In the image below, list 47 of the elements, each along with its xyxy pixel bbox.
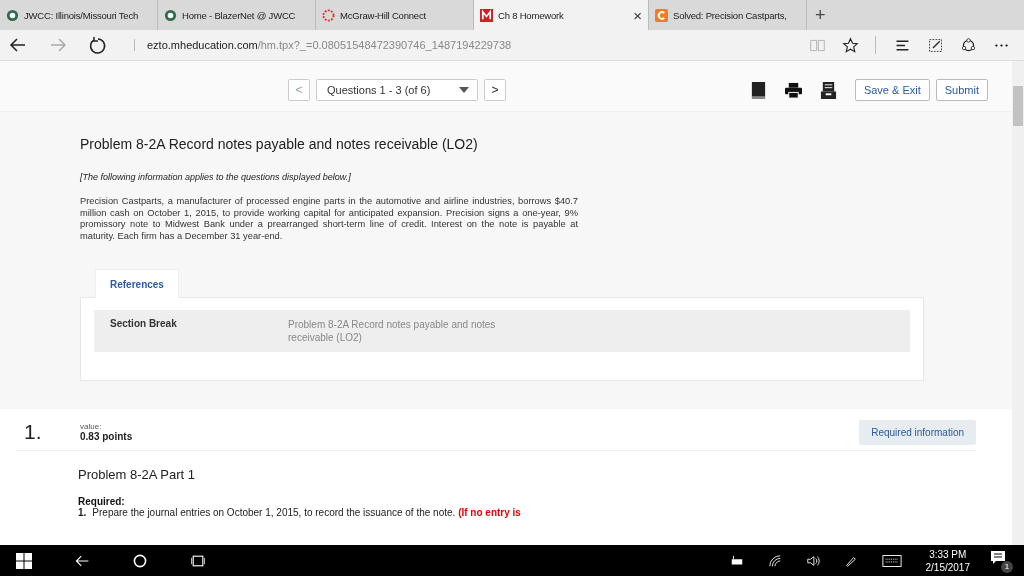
question-number: 1. [23,420,43,444]
required-information-button[interactable]: Required information [859,419,976,445]
submit-button[interactable]: Submit [935,79,988,101]
next-button[interactable]: > [484,79,506,101]
value-label: value: [80,422,103,431]
windows-logo-icon[interactable] [16,552,32,569]
notification-badge: 1 [1001,560,1013,573]
browser-tab[interactable]: Ch 8 Homework × [474,0,649,30]
item-number: 1. [78,507,87,518]
caret-icon [459,87,469,93]
instruction-text: Prepare the journal entries on October 1, 2015, to record the issuance of the note. (If no entry is [92,507,521,518]
device-icon[interactable] [729,553,744,568]
save-exit-button[interactable]: Save & Exit [854,79,930,101]
part-title: Problem 8-2A Part 1 [78,467,197,482]
file-tray-icon[interactable] [819,81,837,99]
circle-icon[interactable] [132,552,148,569]
scroll-thumb[interactable] [1013,86,1023,126]
tab-title: McGraw-Hill Connect [340,9,427,21]
clock-date[interactable]: 2/15/2017 [925,560,970,574]
problem-title: Problem 8-2A Record notes payable and notes receivable (LO2) [80,136,479,152]
speaker-icon[interactable] [805,553,820,568]
print-icon[interactable] [784,81,802,99]
tab-title: Ch 8 Homework [498,9,565,21]
m-logo-icon [480,8,493,22]
points-value: 0.83 points [80,431,133,442]
c-logo-icon [655,8,668,22]
required-heading: Required: [78,496,125,507]
keyboard-icon[interactable] [881,553,902,568]
tab-title: Solved: Precision Castparts, [673,9,788,21]
close-tab-button[interactable]: × [633,6,642,24]
dashed-ring-icon [322,8,335,22]
references-tab[interactable]: References [95,269,179,298]
problem-text: Precision Castparts, a manufacturer of processed engine parts in the automotive and airline industries, borrows $40.7 million cash on October 1, 2015, to provide working capital for anticipated expansion. Precision signs a one-year, 9% promissory note to Midwest Bank under a prearranged short-term line of credit. Interest on the note is payable at maturity. Each firm has a December 31 year-end. [80,196,578,242]
star-icon[interactable] [842,36,859,54]
scrollbar[interactable] [1012,61,1024,545]
new-tab-button[interactable]: + [807,0,834,30]
question-dropdown[interactable]: Questions 1 - 3 (of 6) [316,79,478,101]
tab-title: Home - BlazerNet @ JWCC [182,9,297,21]
wifi-icon[interactable] [767,553,782,568]
reference-label: Section Break [110,318,178,331]
share-icon[interactable] [960,36,977,54]
instruction-note: [The following information applies to the questions displayed below.] [80,172,352,182]
notification-icon[interactable] [990,549,1006,566]
pen-note-icon[interactable] [927,36,944,54]
clock-time[interactable]: 3:33 PM [929,547,967,561]
refresh-icon[interactable] [88,35,108,55]
tab-title: JWCC: Illinois/Missouri Tech [24,9,140,21]
